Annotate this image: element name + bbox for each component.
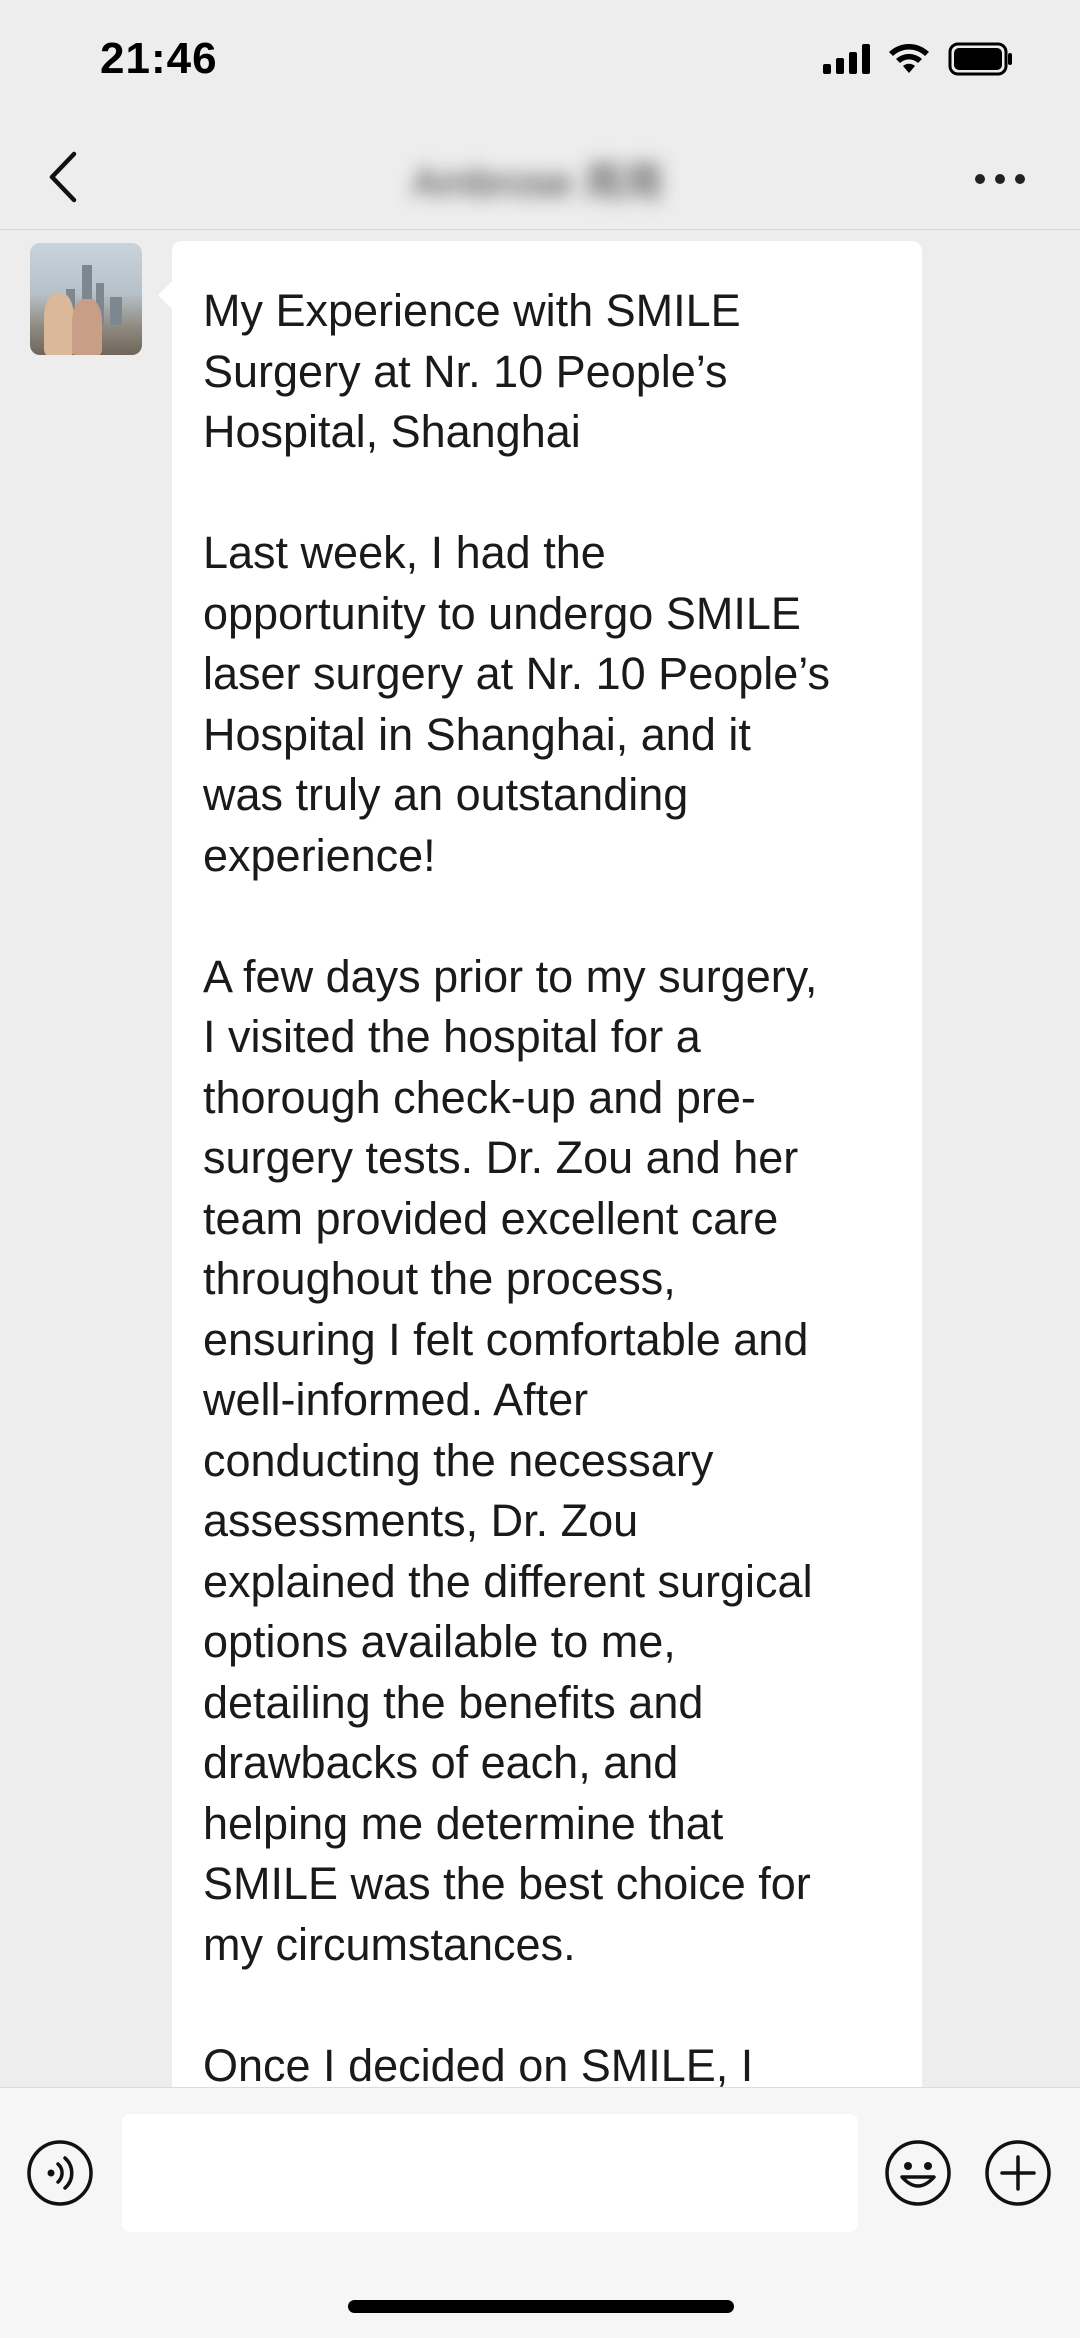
voice-button[interactable]: [26, 2139, 94, 2207]
chevron-left-icon: [49, 151, 77, 203]
signal-icon: [823, 44, 870, 74]
wifi-icon: [888, 43, 930, 75]
chat-title-text: Ambrose 周周: [412, 161, 664, 205]
message-paragraph: Once I decided on SMILE, I: [203, 2039, 754, 2088]
message-paragraph: My Experience with SMILE Surgery at Nr. …: [203, 285, 741, 457]
home-indicator[interactable]: [348, 2300, 734, 2313]
status-time: 21:46: [100, 34, 218, 83]
more-button[interactable]: [970, 164, 1030, 194]
voice-icon: [27, 2140, 93, 2206]
battery-icon: [948, 42, 1014, 76]
back-button[interactable]: [36, 146, 96, 208]
status-bar: 21:46: [0, 0, 1080, 124]
chat-area[interactable]: My Experience with SMILE Surgery at Nr. …: [0, 231, 1080, 2087]
message-bubble[interactable]: My Experience with SMILE Surgery at Nr. …: [158, 241, 922, 2088]
more-dots-icon: [975, 174, 985, 184]
emoji-button[interactable]: [884, 2139, 952, 2207]
chat-title: Ambrose 周周: [388, 150, 688, 208]
status-icons: [823, 42, 1014, 76]
emoji-icon: [885, 2140, 951, 2206]
message-paragraph: Last week, I had the opportunity to unde…: [203, 527, 830, 881]
plus-button[interactable]: [984, 2139, 1052, 2207]
nav-bar: Ambrose 周周: [0, 124, 1080, 230]
message-input[interactable]: [122, 2114, 858, 2232]
avatar[interactable]: [30, 243, 142, 355]
plus-icon: [985, 2140, 1051, 2206]
message-paragraph: A few days prior to my surgery, I visite…: [203, 950, 818, 1970]
